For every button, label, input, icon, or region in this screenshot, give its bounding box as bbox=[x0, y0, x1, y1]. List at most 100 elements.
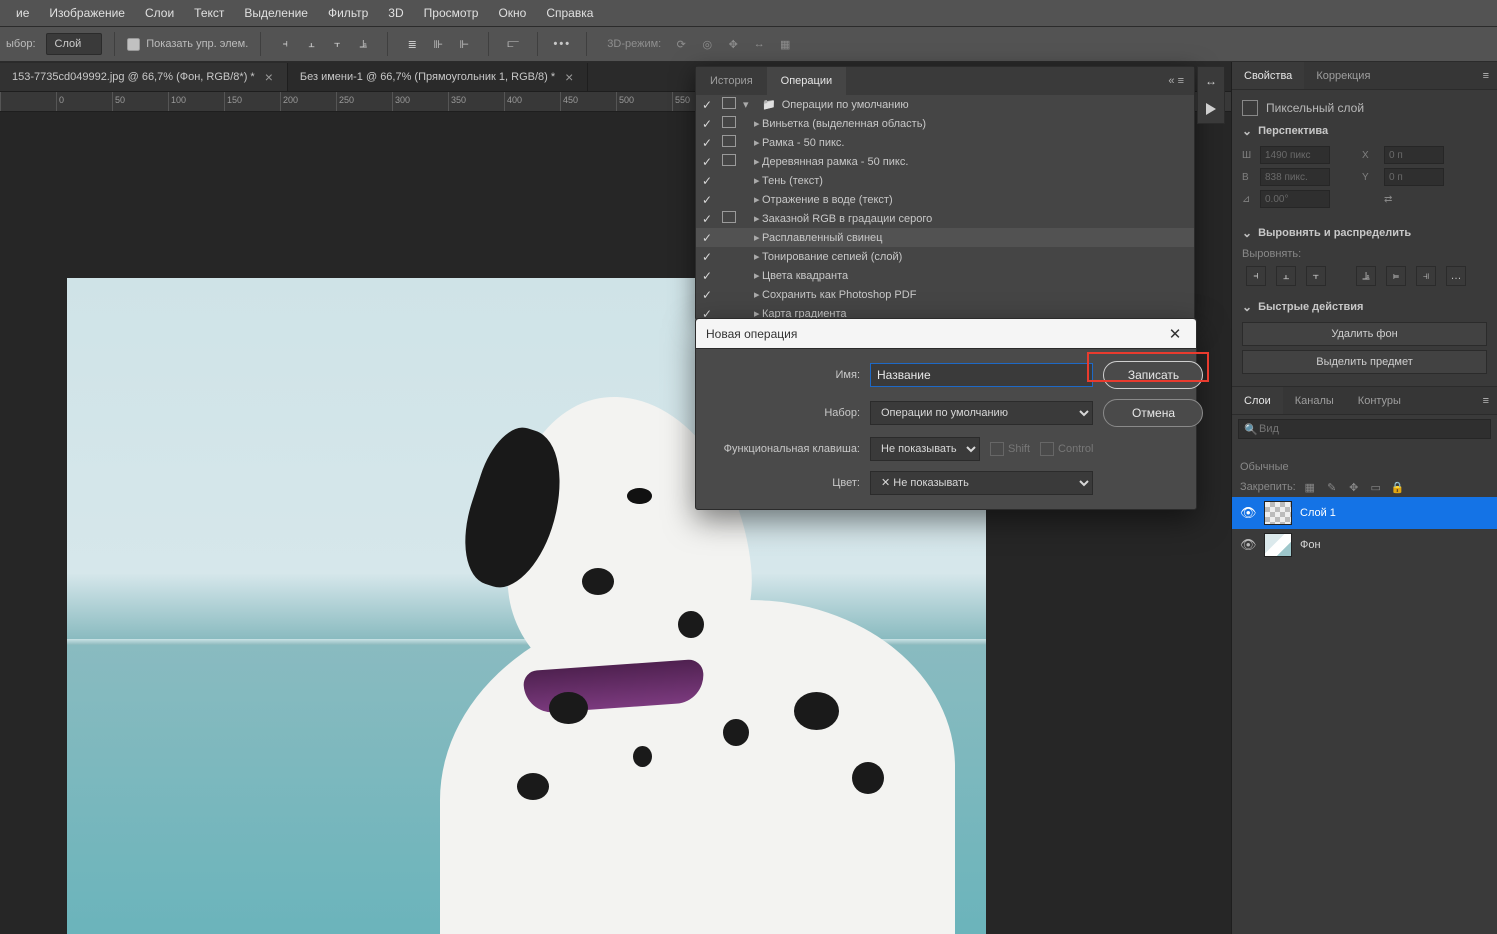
action-row[interactable]: ✓▸Тень (текст) bbox=[696, 171, 1194, 190]
menu-select[interactable]: Выделение bbox=[234, 0, 318, 26]
align-center-icon[interactable]: ⫠ bbox=[1276, 266, 1296, 286]
distribute-3-icon[interactable]: ⊩ bbox=[452, 33, 476, 55]
remove-background-button[interactable]: Удалить фон bbox=[1242, 322, 1487, 346]
menu-window[interactable]: Окно bbox=[488, 0, 536, 26]
action-row[interactable]: ✓▸Цвета квадранта bbox=[696, 266, 1194, 285]
action-row-selected[interactable]: ✓▸Расплавленный свинец bbox=[696, 228, 1194, 247]
tab-adjustments[interactable]: Коррекция bbox=[1304, 62, 1382, 89]
separator bbox=[260, 32, 261, 56]
menu-3d[interactable]: 3D bbox=[378, 0, 413, 26]
distribute-2-icon[interactable]: ⊪ bbox=[426, 33, 450, 55]
close-tab-icon[interactable]: × bbox=[563, 70, 575, 84]
more-options-icon[interactable]: ••• bbox=[550, 33, 574, 55]
action-set-default[interactable]: ✓▾ Операции по умолчанию bbox=[696, 95, 1194, 114]
lock-all-icon[interactable]: 🔒 bbox=[1390, 479, 1406, 495]
pixel-layer-label: Пиксельный слой bbox=[1266, 101, 1364, 115]
w-label: Ш bbox=[1242, 150, 1256, 161]
control-checkbox[interactable]: Control bbox=[1040, 442, 1093, 456]
menu-filter[interactable]: Фильтр bbox=[318, 0, 378, 26]
action-row[interactable]: ✓▸Заказной RGB в градации серого bbox=[696, 209, 1194, 228]
document-tab-2[interactable]: Без имени-1 @ 66,7% (Прямоугольник 1, RG… bbox=[288, 63, 588, 91]
align-right-icon[interactable]: ⫟ bbox=[325, 33, 349, 55]
action-set-select[interactable]: Операции по умолчанию bbox=[870, 401, 1093, 425]
tab-layers[interactable]: Слои bbox=[1232, 387, 1283, 414]
panel-menu-icon[interactable]: ≡ bbox=[1475, 62, 1497, 89]
action-row[interactable]: ✓▸Рамка - 50 пикс. bbox=[696, 133, 1194, 152]
align-left-icon[interactable]: ⫞ bbox=[273, 33, 297, 55]
tab-paths[interactable]: Контуры bbox=[1346, 387, 1413, 414]
shift-checkbox[interactable]: Shift bbox=[990, 442, 1030, 456]
align-more-icon[interactable]: … bbox=[1446, 266, 1466, 286]
separator bbox=[488, 32, 489, 56]
quick-actions-section[interactable]: Быстрые действия bbox=[1242, 300, 1487, 314]
visibility-icon[interactable]: 👁 bbox=[1240, 505, 1256, 521]
tab-history[interactable]: История bbox=[696, 67, 767, 95]
align-middle-icon[interactable]: ⫢ bbox=[1386, 266, 1406, 286]
align-top-icon[interactable]: ⫡ bbox=[1356, 266, 1376, 286]
flip-icon[interactable]: ⇄ bbox=[1384, 194, 1444, 205]
action-name-input[interactable] bbox=[870, 363, 1093, 387]
show-controls-checkbox[interactable]: Показать упр. элем. bbox=[127, 38, 248, 51]
3d-roll-icon[interactable]: ◎ bbox=[695, 33, 719, 55]
3d-slide-icon[interactable]: ↔ bbox=[747, 33, 771, 55]
action-row[interactable]: ✓▸Отражение в воде (текст) bbox=[696, 190, 1194, 209]
visibility-icon[interactable]: 👁 bbox=[1240, 537, 1256, 553]
select-subject-button[interactable]: Выделить предмет bbox=[1242, 350, 1487, 374]
close-icon[interactable]: ✕ bbox=[1164, 323, 1186, 345]
layer-search-input[interactable] bbox=[1238, 419, 1491, 439]
lock-artboard-icon[interactable]: ▭ bbox=[1368, 479, 1384, 495]
x-label: X bbox=[1362, 150, 1380, 161]
tab-channels[interactable]: Каналы bbox=[1283, 387, 1346, 414]
align-section[interactable]: Выровнять и распределить bbox=[1242, 226, 1487, 240]
3d-pan-icon[interactable]: ✥ bbox=[721, 33, 745, 55]
lock-brush-icon[interactable]: ✎ bbox=[1324, 479, 1340, 495]
action-row[interactable]: ✓▸Тонирование сепией (слой) bbox=[696, 247, 1194, 266]
menu-image[interactable]: Изображение bbox=[39, 0, 135, 26]
x-field[interactable] bbox=[1384, 146, 1444, 164]
align-center-h-icon[interactable]: ⫠ bbox=[299, 33, 323, 55]
panel-menu-icon[interactable]: ≡ bbox=[1475, 387, 1497, 414]
menu-help[interactable]: Справка bbox=[536, 0, 603, 26]
3d-orbit-icon[interactable]: ⟳ bbox=[669, 33, 693, 55]
tab-properties[interactable]: Свойства bbox=[1232, 62, 1304, 89]
panel-menu-icon[interactable]: « ≡ bbox=[1158, 67, 1194, 95]
close-tab-icon[interactable]: × bbox=[263, 70, 275, 84]
3d-zoom-icon[interactable]: ▦ bbox=[773, 33, 797, 55]
tab-actions[interactable]: Операции bbox=[767, 67, 846, 95]
menu-layers[interactable]: Слои bbox=[135, 0, 184, 26]
y-field[interactable] bbox=[1384, 168, 1444, 186]
document-tab-1[interactable]: 153-7735cd049992.jpg @ 66,7% (Фон, RGB/8… bbox=[0, 63, 288, 91]
blend-mode-select[interactable]: Обычные bbox=[1240, 461, 1289, 473]
cancel-button[interactable]: Отмена bbox=[1103, 399, 1203, 427]
play-action-icon[interactable] bbox=[1198, 95, 1224, 123]
align-top-icon[interactable]: ⫡ bbox=[351, 33, 375, 55]
set-label: Набор: bbox=[710, 407, 860, 419]
color-label: Цвет: bbox=[710, 477, 860, 489]
distribute-1-icon[interactable]: ≣ bbox=[400, 33, 424, 55]
width-field[interactable] bbox=[1260, 146, 1330, 164]
action-row[interactable]: ✓▸Виньетка (выделенная область) bbox=[696, 114, 1194, 133]
align-bottom-icon[interactable]: ⫣ bbox=[1416, 266, 1436, 286]
action-row[interactable]: ✓▸Сохранить как Photoshop PDF bbox=[696, 285, 1194, 304]
distribute-4-icon[interactable]: ⫍ bbox=[501, 33, 525, 55]
collapse-panel-icon[interactable]: ↔ bbox=[1198, 67, 1224, 95]
fkey-select[interactable]: Не показывать bbox=[870, 437, 980, 461]
menu-text[interactable]: Текст bbox=[184, 0, 234, 26]
menu-truncated[interactable]: ие bbox=[6, 0, 39, 26]
align-right-icon[interactable]: ⫟ bbox=[1306, 266, 1326, 286]
action-row[interactable]: ✓▸Деревянная рамка - 50 пикс. bbox=[696, 152, 1194, 171]
layer-thumbnail bbox=[1264, 533, 1292, 557]
layer-row[interactable]: 👁 Слой 1 bbox=[1232, 497, 1497, 529]
angle-field[interactable] bbox=[1260, 190, 1330, 208]
lock-position-icon[interactable]: ✥ bbox=[1346, 479, 1362, 495]
record-button[interactable]: Записать bbox=[1103, 361, 1203, 389]
align-left-icon[interactable]: ⫞ bbox=[1246, 266, 1266, 286]
lock-pixels-icon[interactable]: ▦ bbox=[1302, 479, 1318, 495]
layer-row[interactable]: 👁 Фон bbox=[1232, 529, 1497, 561]
show-controls-label: Показать упр. элем. bbox=[146, 38, 248, 50]
menu-view[interactable]: Просмотр bbox=[414, 0, 489, 26]
perspective-section[interactable]: Перспектива bbox=[1242, 124, 1487, 138]
height-field[interactable] bbox=[1260, 168, 1330, 186]
select-layer-dropdown[interactable]: Слой bbox=[46, 33, 103, 55]
color-select[interactable]: ✕ Не показывать bbox=[870, 471, 1093, 495]
